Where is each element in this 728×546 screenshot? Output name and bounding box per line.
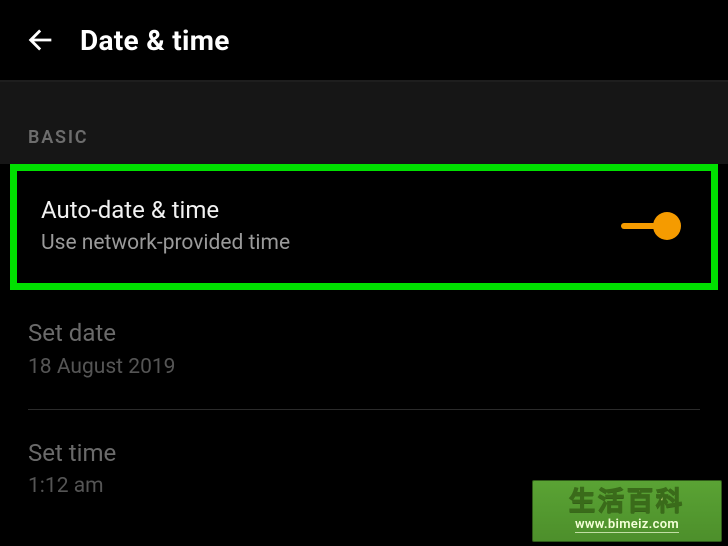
arrow-left-icon: [23, 23, 57, 57]
row-title: Set date: [28, 318, 698, 349]
watermark-url: www.bimeiz.com: [575, 517, 679, 534]
page-title: Date & time: [80, 24, 230, 57]
highlight-frame: Auto-date & time Use network-provided ti…: [10, 164, 718, 290]
row-subtitle: Use network-provided time: [41, 230, 621, 257]
row-texts: Auto-date & time Use network-provided ti…: [41, 195, 621, 257]
auto-date-time-toggle[interactable]: [621, 212, 681, 240]
toggle-knob: [653, 212, 681, 240]
section-header-band: BASIC: [0, 82, 728, 164]
app-header: Date & time: [0, 0, 728, 80]
row-value: 18 August 2019: [28, 354, 698, 381]
row-title: Auto-date & time: [41, 195, 621, 226]
row-title: Set time: [28, 438, 698, 469]
row-set-date[interactable]: Set date 18 August 2019: [0, 290, 728, 408]
row-auto-date-time[interactable]: Auto-date & time Use network-provided ti…: [17, 171, 711, 283]
back-button[interactable]: [18, 18, 62, 62]
watermark-text-cn: 生活百科: [569, 489, 685, 515]
row-texts: Set date 18 August 2019: [28, 318, 698, 380]
section-label-basic: BASIC: [28, 127, 88, 148]
watermark-badge: 生活百科 www.bimeiz.com: [532, 480, 722, 542]
